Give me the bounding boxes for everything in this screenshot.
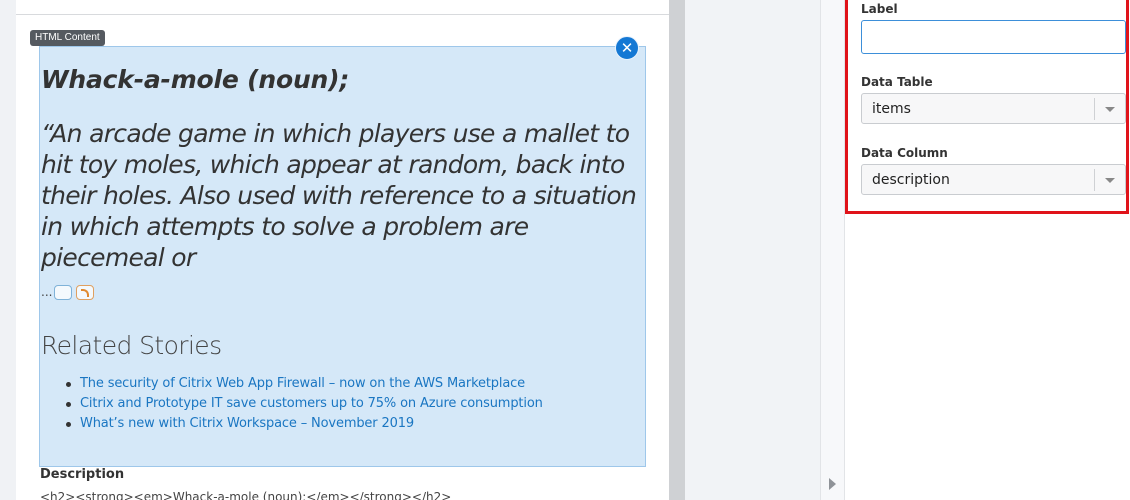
select-divider: [1094, 98, 1095, 120]
related-story-link[interactable]: What’s new with Citrix Workspace – Novem…: [66, 414, 543, 434]
related-story-link[interactable]: The security of Citrix Web App Firewall …: [66, 374, 543, 394]
description-label: Description: [40, 467, 125, 482]
design-canvas: HTML Content Whack-a-mole (noun); “An ar…: [16, 0, 669, 500]
chevron-down-icon[interactable]: [1105, 107, 1115, 112]
data-table-select[interactable]: items: [861, 93, 1126, 124]
quote-line: in which attempts to solve a problem are: [41, 212, 529, 241]
canvas-side-area: [685, 0, 820, 500]
related-stories-heading: Related Stories: [41, 331, 222, 360]
left-gutter: [0, 0, 16, 500]
related-story-link[interactable]: Citrix and Prototype IT save customers u…: [66, 394, 543, 414]
collapse-arrow-icon[interactable]: [829, 478, 836, 490]
canvas-scrollbar[interactable]: [669, 0, 685, 500]
rss-icon[interactable]: [76, 285, 94, 300]
quote-line: “An arcade game in which players use a m…: [41, 119, 630, 148]
canvas-header-strip: [16, 0, 669, 15]
highlighted-properties-group: Label Data Table items Data Column descr…: [845, 0, 1129, 214]
widget-quote: “An arcade game in which players use a m…: [41, 118, 645, 273]
data-column-value: description: [872, 172, 950, 188]
properties-panel: Label Data Table items Data Column descr…: [845, 0, 1130, 500]
close-icon[interactable]: ✕: [615, 36, 639, 60]
data-table-value: items: [872, 101, 911, 117]
data-column-label: Data Column: [861, 146, 948, 160]
widget-title: Whack-a-mole (noun);: [41, 65, 350, 94]
widget-type-tag: HTML Content: [30, 30, 105, 46]
description-code: <h2><strong><em>Whack-a-mole (noun);</em…: [40, 490, 452, 500]
data-table-label: Data Table: [861, 75, 933, 89]
related-stories-list: The security of Citrix Web App Firewall …: [66, 374, 543, 434]
panel-collapse-strip[interactable]: [820, 0, 845, 500]
quote-ellipsis: ...: [41, 285, 53, 299]
data-column-select[interactable]: description: [861, 164, 1126, 195]
label-input[interactable]: [861, 20, 1126, 54]
comment-icon[interactable]: [54, 285, 72, 300]
html-content-widget[interactable]: Whack-a-mole (noun); “An arcade game in …: [39, 46, 646, 467]
label-field-label: Label: [861, 2, 898, 16]
quote-line: their holes. Also used with reference to…: [41, 181, 637, 210]
chevron-down-icon[interactable]: [1105, 178, 1115, 183]
quote-line: piecemeal or: [41, 243, 196, 272]
quote-line: hit toy moles, which appear at random, b…: [41, 150, 625, 179]
select-divider: [1094, 169, 1095, 191]
